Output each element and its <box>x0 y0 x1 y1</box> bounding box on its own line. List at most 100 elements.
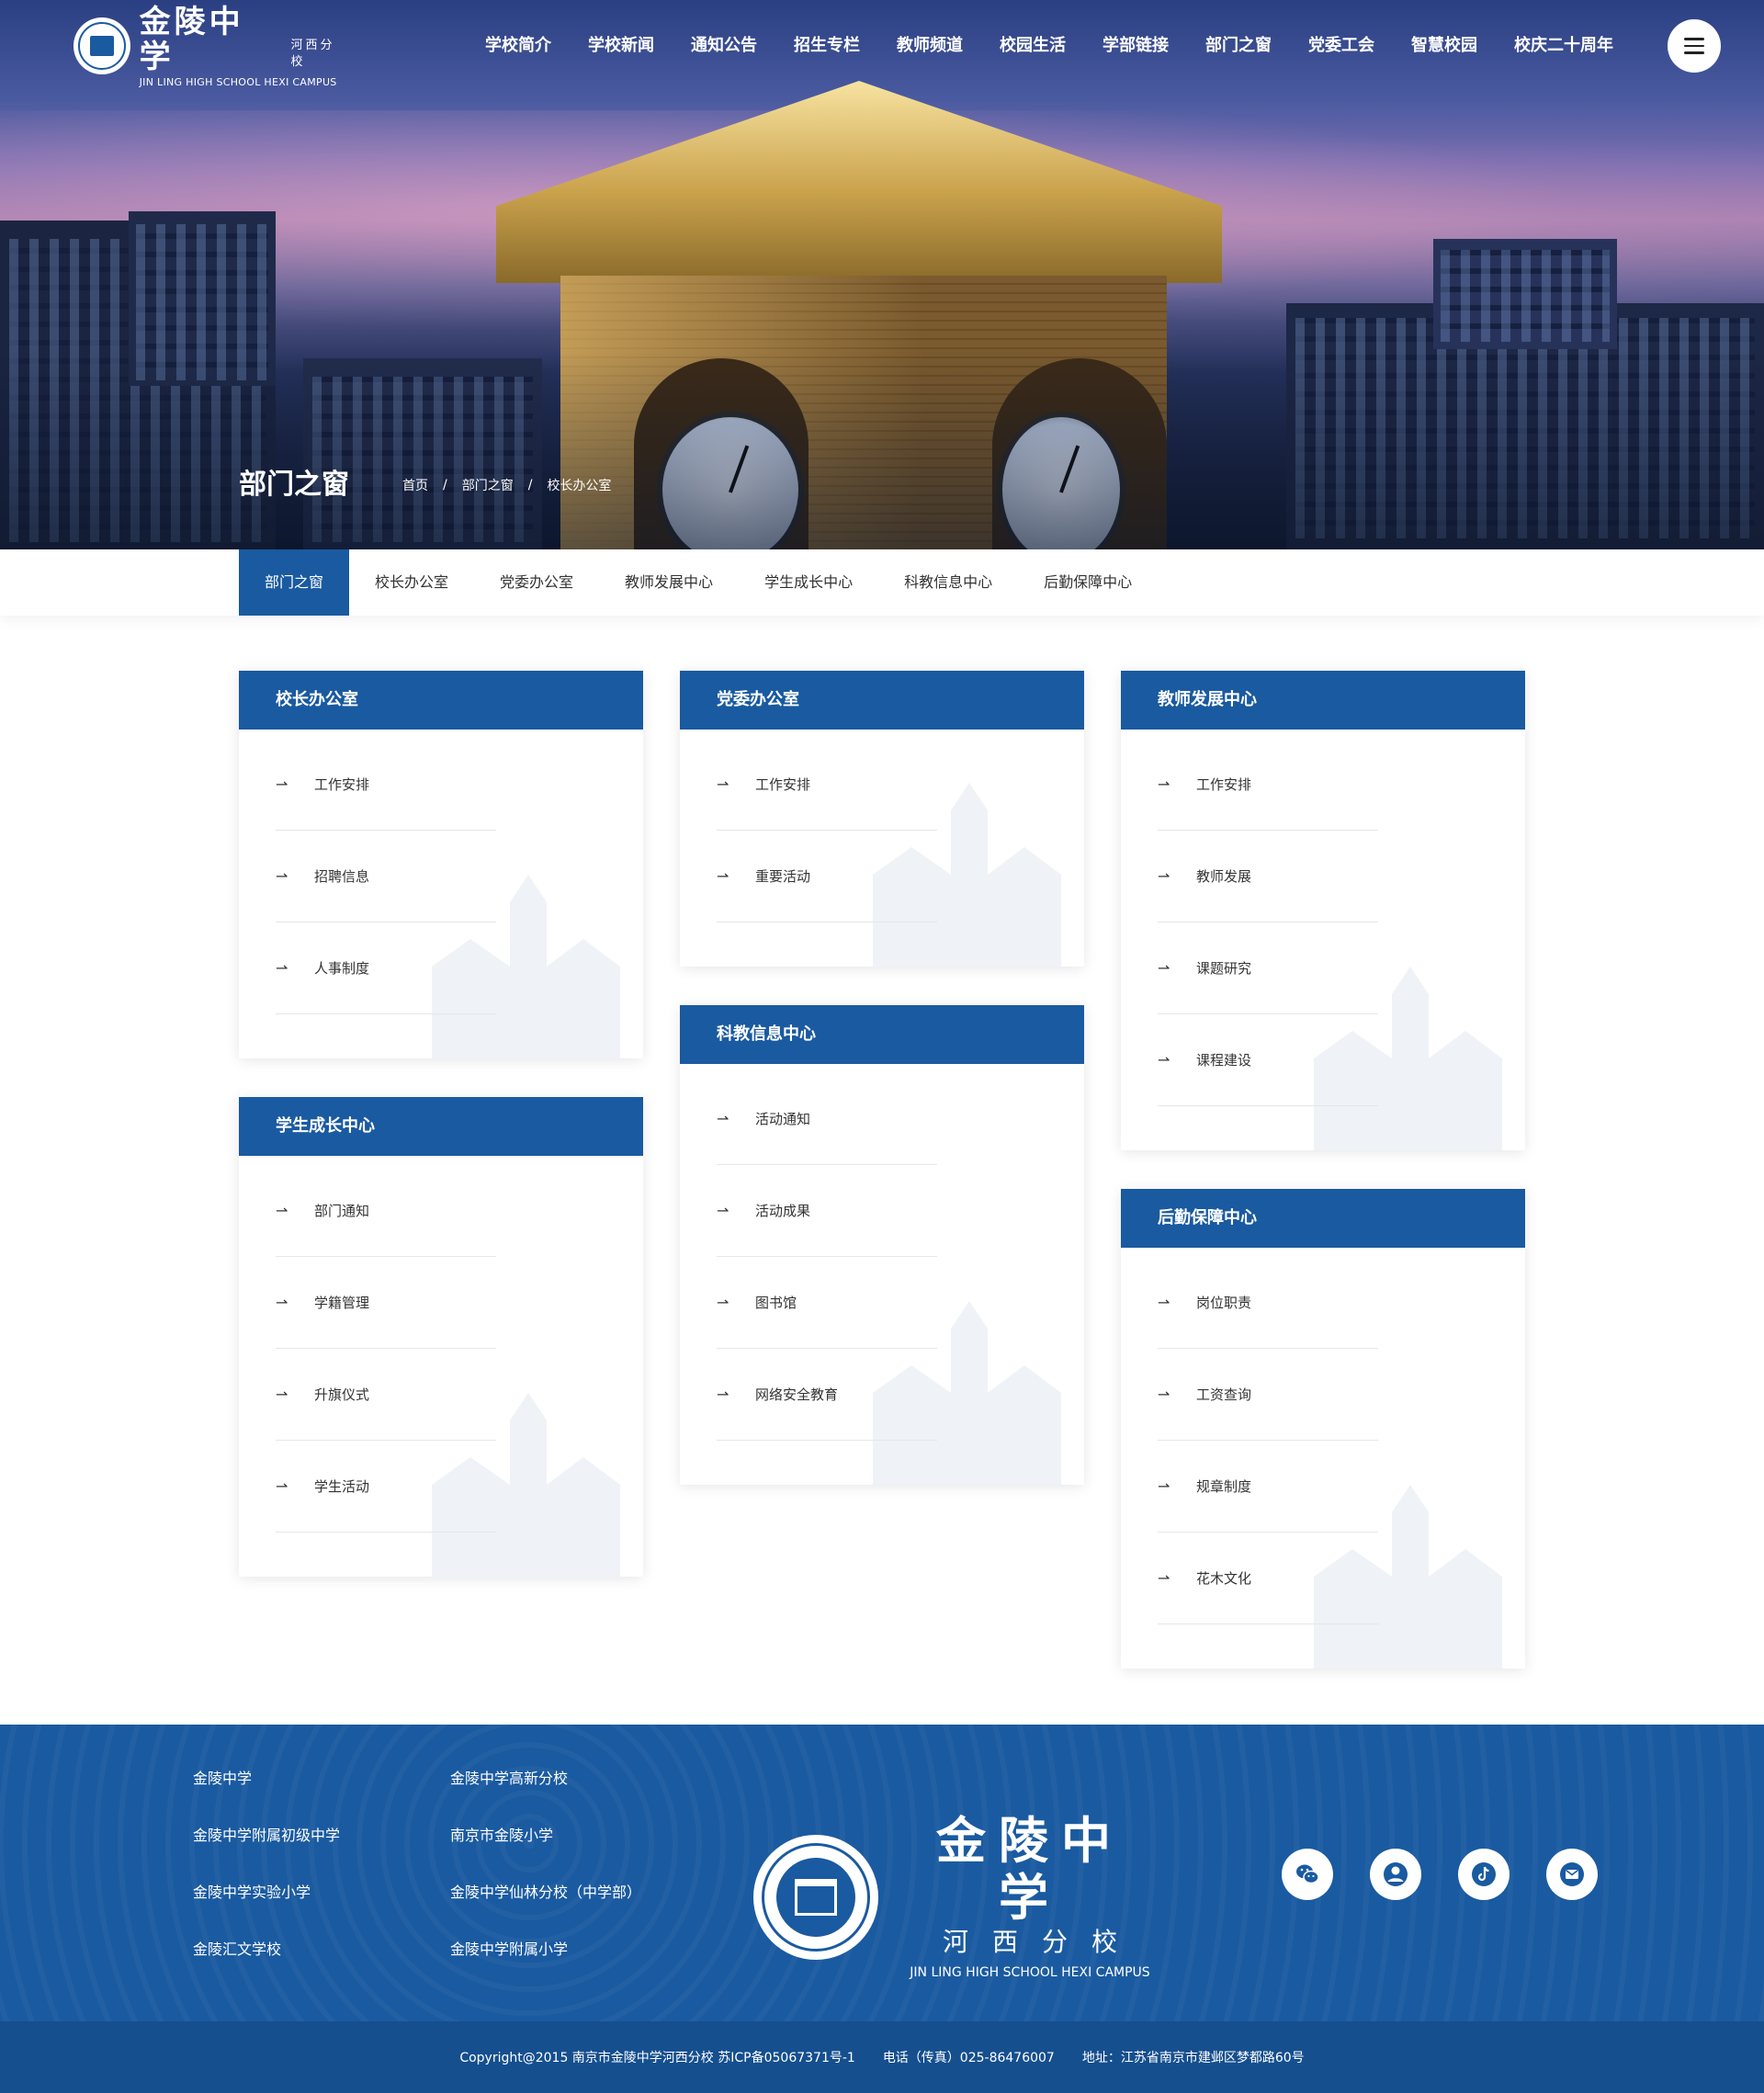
card-link[interactable]: ⇀ 教师发展 <box>1158 831 1378 922</box>
footer-link[interactable]: 金陵中学实验小学 <box>193 1864 450 1921</box>
menu-button[interactable] <box>1668 19 1721 73</box>
card-link[interactable]: ⇀ 课程建设 <box>1158 1014 1378 1106</box>
tab-science-info[interactable]: 科教信息中心 <box>878 549 1018 616</box>
arrow-right-icon: ⇀ <box>1158 867 1170 885</box>
footer-brand-english: JIN LING HIGH SCHOOL HEXI CAMPUS <box>910 1965 1150 1980</box>
site-footer: 金陵中学 金陵中学高新分校 金陵中学附属初级中学 南京市金陵小学 金陵中学实验小… <box>0 1725 1764 2021</box>
nav-item-teachers[interactable]: 教师频道 <box>897 33 963 59</box>
arrow-right-icon: ⇀ <box>1158 1569 1170 1587</box>
card-link[interactable]: ⇀ 工作安排 <box>1158 739 1378 831</box>
arrow-right-icon: ⇀ <box>1158 1386 1170 1403</box>
card-link[interactable]: ⇀ 重要活动 <box>717 831 937 922</box>
copyright-phone: 电话（传真）025-86476007 <box>882 2051 1055 2065</box>
site-logo[interactable]: 金陵中学 河西分校 JIN LING HIGH SCHOOL HEXI CAMP… <box>74 5 349 88</box>
arrow-right-icon: ⇀ <box>276 1294 288 1311</box>
card-logistics: 后勤保障中心 ⇀ 岗位职责 ⇀ 工资查询 ⇀ 规章制度 ⇀ 花木文化 <box>1121 1189 1525 1669</box>
nav-item-party-union[interactable]: 党委工会 <box>1308 33 1374 59</box>
card-link[interactable]: ⇀ 岗位职责 <box>1158 1257 1378 1349</box>
card-title: 后勤保障中心 <box>1121 1189 1525 1248</box>
user-icon[interactable] <box>1370 1849 1421 1900</box>
breadcrumb: 首页 / 部门之窗 / 校长办公室 <box>402 476 611 494</box>
arrow-right-icon: ⇀ <box>276 1202 288 1219</box>
card-link[interactable]: ⇀ 课题研究 <box>1158 922 1378 1014</box>
school-seal <box>753 1835 878 1960</box>
tiktok-icon[interactable] <box>1458 1849 1510 1900</box>
arrow-right-icon: ⇀ <box>1158 775 1170 793</box>
nav-item-campus-life[interactable]: 校园生活 <box>1000 33 1066 59</box>
card-link[interactable]: ⇀ 学生活动 <box>276 1441 496 1533</box>
tab-student-growth[interactable]: 学生成长中心 <box>739 549 878 616</box>
breadcrumb-departments[interactable]: 部门之窗 <box>462 476 514 494</box>
footer-brand-campus: 河西分校 <box>942 1927 1141 1957</box>
footer-link[interactable]: 金陵汇文学校 <box>193 1921 450 1978</box>
card-link[interactable]: ⇀ 工作安排 <box>276 739 496 831</box>
arrow-right-icon: ⇀ <box>1158 1051 1170 1069</box>
logo-english-name: JIN LING HIGH SCHOOL HEXI CAMPUS <box>139 75 337 88</box>
arrow-right-icon: ⇀ <box>1158 1294 1170 1311</box>
tab-departments[interactable]: 部门之窗 <box>239 549 350 616</box>
nav-item-notices[interactable]: 通知公告 <box>691 33 757 59</box>
card-science-info: 科教信息中心 ⇀ 活动通知 ⇀ 活动成果 ⇀ 图书馆 ⇀ 网络安全教育 <box>680 1005 1084 1485</box>
footer-link[interactable]: 南京市金陵小学 <box>450 1807 689 1864</box>
footer-link[interactable]: 金陵中学附属初级中学 <box>193 1807 450 1864</box>
card-link[interactable]: ⇀ 部门通知 <box>276 1165 496 1257</box>
nav-item-school-intro[interactable]: 学校简介 <box>485 33 551 59</box>
breadcrumb-home[interactable]: 首页 <box>402 476 428 494</box>
footer-brand-chinese: 金陵中学 <box>936 1811 1124 1927</box>
card-teacher-development: 教师发展中心 ⇀ 工作安排 ⇀ 教师发展 ⇀ 课题研究 ⇀ 课程建设 <box>1121 671 1525 1150</box>
card-link[interactable]: ⇀ 花木文化 <box>1158 1533 1378 1624</box>
card-link[interactable]: ⇀ 升旗仪式 <box>276 1349 496 1441</box>
social-icons <box>1282 1849 1598 1900</box>
mail-icon[interactable] <box>1546 1849 1598 1900</box>
page-heading: 部门之窗 首页 / 部门之窗 / 校长办公室 <box>239 467 611 503</box>
arrow-right-icon: ⇀ <box>276 1477 288 1495</box>
breadcrumb-separator: / <box>443 478 447 492</box>
tab-party-office[interactable]: 党委办公室 <box>474 549 599 616</box>
card-link[interactable]: ⇀ 工资查询 <box>1158 1349 1378 1441</box>
logo-chinese-name: 金陵中学 <box>139 3 244 75</box>
arrow-right-icon: ⇀ <box>717 1110 729 1127</box>
arrow-right-icon: ⇀ <box>717 1202 729 1219</box>
card-link[interactable]: ⇀ 网络安全教育 <box>717 1349 937 1441</box>
card-link[interactable]: ⇀ 招聘信息 <box>276 831 496 922</box>
card-link[interactable]: ⇀ 图书馆 <box>717 1257 937 1349</box>
footer-brand-text: 金陵中学 河西分校 JIN LING HIGH SCHOOL HEXI CAMP… <box>906 1812 1154 1983</box>
card-link[interactable]: ⇀ 学籍管理 <box>276 1257 496 1349</box>
footer-links: 金陵中学 金陵中学高新分校 金陵中学附属初级中学 南京市金陵小学 金陵中学实验小… <box>193 1750 689 1978</box>
card-link[interactable]: ⇀ 工作安排 <box>717 739 937 831</box>
nav-item-admissions[interactable]: 招生专栏 <box>794 33 860 59</box>
card-principal-office: 校长办公室 ⇀ 工作安排 ⇀ 招聘信息 ⇀ 人事制度 <box>239 671 643 1058</box>
nav-item-school-news[interactable]: 学校新闻 <box>588 33 654 59</box>
logo-campus-name: 河西分校 <box>290 38 335 69</box>
tab-teacher-development[interactable]: 教师发展中心 <box>599 549 739 616</box>
tab-logistics[interactable]: 后勤保障中心 <box>1018 549 1158 616</box>
footer-link[interactable]: 金陵中学高新分校 <box>450 1750 689 1807</box>
page-title: 部门之窗 <box>239 469 349 501</box>
breadcrumb-separator: / <box>527 478 533 492</box>
arrow-right-icon: ⇀ <box>1158 959 1170 977</box>
nav-item-divisions[interactable]: 学部链接 <box>1102 33 1169 59</box>
nav-item-anniversary[interactable]: 校庆二十周年 <box>1514 33 1613 59</box>
footer-link[interactable]: 金陵中学附属小学 <box>450 1921 689 1978</box>
wechat-icon[interactable] <box>1282 1849 1333 1900</box>
card-title: 科教信息中心 <box>680 1005 1084 1064</box>
nav-item-smart-campus[interactable]: 智慧校园 <box>1411 33 1477 59</box>
card-title: 校长办公室 <box>239 671 643 730</box>
card-link[interactable]: ⇀ 人事制度 <box>276 922 496 1014</box>
card-title: 党委办公室 <box>680 671 1084 730</box>
arrow-right-icon: ⇀ <box>717 1386 729 1403</box>
logo-emblem <box>74 17 130 74</box>
footer-link[interactable]: 金陵中学仙林分校（中学部） <box>450 1864 689 1921</box>
hamburger-icon <box>1684 38 1704 40</box>
site-header: 金陵中学 河西分校 JIN LING HIGH SCHOOL HEXI CAMP… <box>0 0 1764 92</box>
breadcrumb-current[interactable]: 校长办公室 <box>547 476 611 494</box>
card-link[interactable]: ⇀ 活动通知 <box>717 1073 937 1165</box>
arrow-right-icon: ⇀ <box>276 959 288 977</box>
footer-link[interactable]: 金陵中学 <box>193 1750 450 1807</box>
copyright-address: 地址：江苏省南京市建邺区梦都路60号 <box>1081 2051 1305 2065</box>
arrow-right-icon: ⇀ <box>276 1386 288 1403</box>
tab-principal-office[interactable]: 校长办公室 <box>349 549 474 616</box>
card-link[interactable]: ⇀ 规章制度 <box>1158 1441 1378 1533</box>
card-link[interactable]: ⇀ 活动成果 <box>717 1165 937 1257</box>
nav-item-departments[interactable]: 部门之窗 <box>1205 33 1272 59</box>
